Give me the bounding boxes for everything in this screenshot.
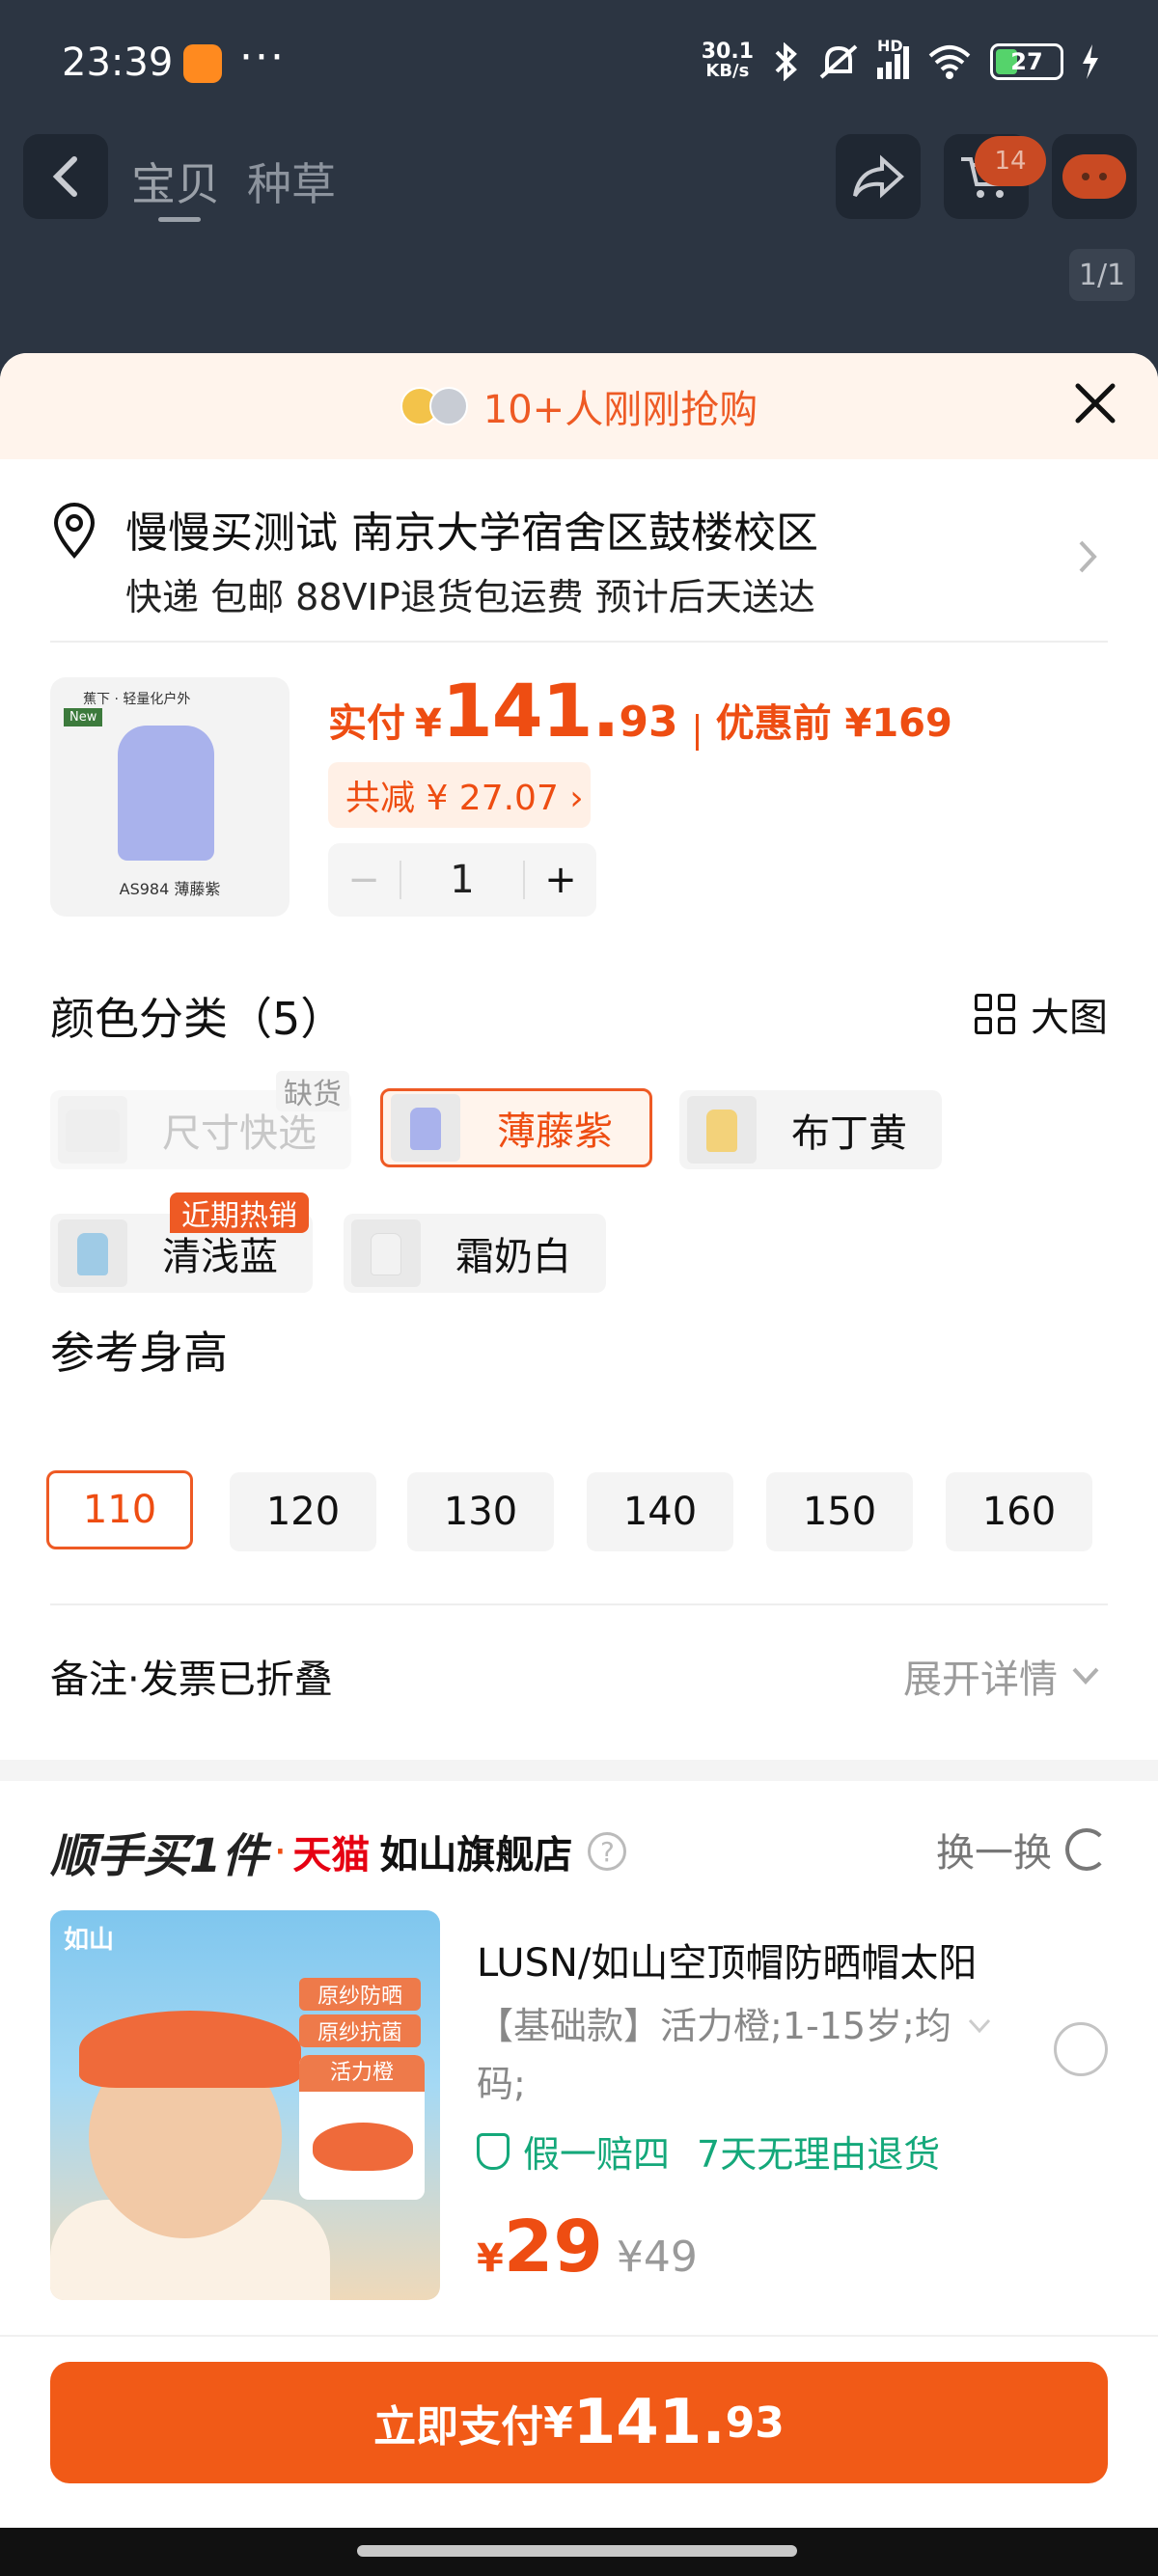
tab-indicator (158, 217, 201, 222)
close-button[interactable] (1071, 382, 1119, 430)
big-image-toggle[interactable]: 大图 (975, 986, 1108, 1042)
banner-text: 10+人刚刚抢购 (482, 388, 758, 432)
status-icons: 30.1 KB/s HD 27 (701, 37, 1100, 81)
divider (50, 641, 1108, 643)
close-icon (1075, 383, 1116, 424)
net-speed: 30.1 KB/s (701, 40, 754, 81)
share-button[interactable] (836, 134, 921, 219)
quantity-value[interactable]: 1 (400, 861, 525, 899)
size-option-110[interactable]: 110 (46, 1470, 193, 1549)
back-arrow-icon (52, 156, 77, 197)
final-price: 实付 ¥141.93 优惠前 ¥169 (328, 668, 952, 754)
addon-header: 顺手买1件 · 天猫 如山旗舰店 ? (50, 1818, 627, 1885)
color-option-cream-white[interactable]: 霜奶白 (344, 1214, 606, 1293)
bluetooth-icon (775, 42, 797, 81)
size-option-160[interactable]: 160 (946, 1472, 1092, 1551)
back-button[interactable] (23, 134, 108, 219)
clock: 23:39 (62, 41, 174, 85)
divider (50, 1603, 1108, 1605)
addon-product-image[interactable]: 如山 原纱防晒 原纱抗菌 活力橙 (50, 1910, 440, 2300)
increase-button[interactable]: + (525, 858, 596, 902)
visor-inset: 活力橙 (299, 2055, 425, 2200)
size-option-120[interactable]: 120 (230, 1472, 376, 1551)
sku-sheet: 10+人刚刚抢购 慢慢买测试 南京大学宿舍区鼓楼校区 快递 包邮 88VIP退货… (0, 353, 1158, 2576)
addon-original-price: ¥49 (616, 2233, 698, 2282)
chevron-down-icon (967, 1997, 992, 2055)
section-separator (0, 1760, 1158, 1781)
more-notifications-icon: ··· (239, 33, 286, 82)
color-section-title: 颜色分类（5） (50, 993, 345, 1045)
chevron-down-icon (1072, 1667, 1099, 1685)
address-text: 慢慢买测试 南京大学宿舍区鼓楼校区 (125, 508, 818, 558)
swap-button[interactable]: 换一换 (936, 1822, 1108, 1877)
tmall-logo: 天猫 (292, 1833, 371, 1877)
feature-badge: 原纱防晒 (299, 1978, 421, 2011)
jacket-image (118, 726, 214, 861)
status-bar: 23:39 ··· 30.1 KB/s HD 27 (0, 0, 1158, 130)
option-thumb (58, 1096, 127, 1164)
expand-details-button[interactable]: 展开详情 (903, 1648, 1100, 1704)
product-thumbnail[interactable]: 蕉下 · 轻量化户外 New AS984 薄藤紫 (50, 677, 290, 917)
addon-title: 顺手买1件 (50, 1829, 268, 1883)
size-option-140[interactable]: 140 (587, 1472, 733, 1551)
height-section-title: 参考身高 (50, 1327, 228, 1379)
share-icon (853, 154, 904, 199)
message-icon (1062, 154, 1126, 199)
avatar (428, 387, 468, 425)
addon-product-title[interactable]: LUSN/如山空顶帽防晒帽太阳 (477, 1932, 977, 1987)
new-badge: New (64, 708, 103, 726)
divider (0, 2335, 1158, 2337)
cart-count-badge: 14 (975, 136, 1046, 186)
home-indicator[interactable] (357, 2545, 797, 2557)
color-option-lilac[interactable]: 薄藤紫 (380, 1088, 652, 1167)
quantity-stepper: − 1 + (328, 843, 596, 917)
signal-icon: HD (877, 37, 909, 79)
thumb-caption: AS984 薄藤紫 (119, 880, 221, 898)
guarantee-row: 假一赔四 7天无理由退货 (477, 2124, 940, 2178)
app-notification-icon (183, 44, 222, 83)
chevron-right-icon (1077, 536, 1098, 586)
thumb-head: 蕉下 · 轻量化户外 (83, 692, 191, 707)
mute-icon (819, 44, 858, 79)
addon-select-radio[interactable] (1054, 2022, 1108, 2076)
color-option-pudding-yellow[interactable]: 布丁黄 (679, 1090, 942, 1169)
brand-logo: 如山 (64, 1926, 115, 1955)
more-button[interactable] (1052, 134, 1137, 219)
buyer-avatars (400, 387, 468, 425)
delivery-info: 快递 包邮 88VIP退货包运费 预计后天送达 (125, 576, 815, 618)
location-pin-icon (53, 503, 96, 560)
original-price: 优惠前 ¥169 (715, 701, 952, 746)
store-name[interactable]: 如山旗舰店 (379, 1823, 572, 1879)
shield-check-icon (477, 2132, 510, 2170)
refresh-icon (1065, 1828, 1108, 1871)
addon-price: ¥29 ¥49 (477, 2206, 698, 2288)
tab-baobei[interactable]: 宝贝 (131, 150, 220, 213)
option-thumb (58, 1219, 127, 1287)
grid-icon (975, 994, 1015, 1034)
battery-icon: 27 (990, 43, 1063, 80)
option-thumb (351, 1219, 421, 1287)
note-invoice-label: 备注·发票已折叠 (50, 1658, 333, 1702)
option-thumb (687, 1096, 757, 1164)
buyers-banner: 10+人刚刚抢购 (0, 353, 1158, 459)
discount-badge[interactable]: 共减 ¥ 27.07 › (328, 762, 591, 828)
option-thumb (391, 1094, 460, 1162)
size-option-130[interactable]: 130 (407, 1472, 554, 1551)
addon-product-spec[interactable]: 【基础款】活力橙;1-15岁;均码; (477, 1997, 991, 2113)
image-pager: 1/1 (1069, 249, 1135, 301)
help-icon[interactable]: ? (588, 1832, 627, 1871)
feature-badge: 原纱抗菌 (299, 2014, 421, 2047)
out-of-stock-tag: 缺货 (276, 1071, 349, 1111)
tab-zhongcao[interactable]: 种草 (247, 150, 336, 213)
product-top-nav: 宝贝 种草 14 1/1 (0, 130, 1158, 352)
decrease-button[interactable]: − (328, 858, 400, 902)
hot-sale-tag: 近期热销 (170, 1192, 309, 1233)
charging-icon (1083, 44, 1098, 79)
wifi-icon (928, 45, 971, 79)
size-option-150[interactable]: 150 (766, 1472, 913, 1551)
pay-now-button[interactable]: 立即支付 ¥141. 93 (50, 2362, 1108, 2483)
